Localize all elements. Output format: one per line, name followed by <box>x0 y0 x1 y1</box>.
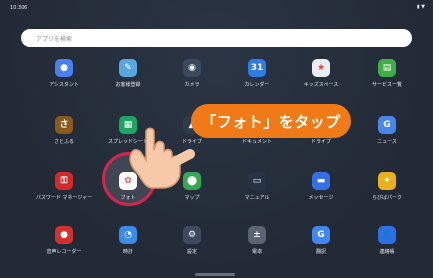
news-icon: G <box>378 116 396 134</box>
app-label: 電卓 <box>251 249 262 255</box>
app-label: パスワード マネージャー <box>35 195 93 201</box>
google-assistant-icon: ● <box>55 59 73 77</box>
voice-recorder-icon: ● <box>55 226 73 244</box>
settings-icon: ⚙ <box>183 226 201 244</box>
app-messages[interactable]: ▬ メッセージ <box>286 172 356 208</box>
app-label: ドライブ <box>310 139 331 145</box>
app-kids-space[interactable]: ★ キッズスペース <box>286 59 356 95</box>
app-calendar[interactable]: 31 カレンダー <box>222 59 292 95</box>
app-label: 音声レコーダー <box>46 249 82 255</box>
app-camera[interactable]: ◉ カメラ <box>157 59 227 95</box>
contacts-icon: 👤 <box>378 226 396 244</box>
tap-instruction-callout: 「フォト」をタップ <box>191 104 351 138</box>
customer-registration-icon: ✎ <box>119 59 137 77</box>
password-manager-icon: ⚿ <box>55 172 73 190</box>
app-label: 時計 <box>122 249 133 255</box>
translate-icon: G <box>312 226 330 244</box>
app-satofull[interactable]: ささとふる <box>29 116 99 152</box>
app-label: ニュース <box>377 139 397 145</box>
clock-icon: ◔ <box>119 226 137 244</box>
app-label: キッズスペース <box>303 82 339 88</box>
status-bar: 10:30 6 ▮ ▼ <box>0 0 433 14</box>
app-label: お客様登録 <box>115 82 141 88</box>
app-label: メッセージ <box>308 195 334 201</box>
app-label: 連絡帳 <box>379 249 395 255</box>
app-clock[interactable]: ◔ 時計 <box>93 226 163 262</box>
app-manual[interactable]: ▭ マニュアル <box>222 172 292 208</box>
status-time: 10:30 <box>10 5 25 11</box>
status-icons: ▮ ▼ <box>416 4 425 10</box>
app-label: ドキュメント <box>241 139 272 145</box>
service-list-icon: ▤ <box>378 59 396 77</box>
app-label: アシスタント <box>49 82 79 88</box>
kids-space-icon: ★ <box>312 59 330 77</box>
calendar-icon: 31 <box>248 59 266 77</box>
app-label: マップ <box>184 195 200 201</box>
app-settings[interactable]: ⚙ 設定 <box>157 226 227 262</box>
tap-hand-icon <box>129 127 195 189</box>
app-label: らびばパーク <box>371 195 402 201</box>
app-label: 翻訳 <box>315 249 326 255</box>
calculator-icon: ± <box>248 226 266 244</box>
tablet-screen: 10:30 6 ▮ ▼ アプリを検索 ● アシスタント ✎ お客様登録 ◉ カメラ 31 カレ… <box>0 0 433 278</box>
app-news[interactable]: G ニュース <box>352 116 422 152</box>
app-voice-recorder[interactable]: ● 音声レコーダー <box>29 226 99 262</box>
app-contacts[interactable]: 👤 連絡帳 <box>352 226 422 262</box>
manual-icon: ▭ <box>248 172 266 190</box>
app-google-assistant[interactable]: ● アシスタント <box>29 59 99 95</box>
app-search-input[interactable]: アプリを検索 <box>21 29 412 47</box>
home-indicator[interactable] <box>195 273 235 276</box>
rabiba-park-icon: ✦ <box>378 172 396 190</box>
status-extra: 6 <box>24 5 28 11</box>
app-label: 設定 <box>186 249 197 255</box>
camera-icon: ◉ <box>183 59 201 77</box>
app-label: サービス一覧 <box>371 82 402 88</box>
app-rabiba-park[interactable]: ✦ らびばパーク <box>352 172 422 208</box>
app-password-manager[interactable]: ⚿ パスワード マネージャー <box>29 172 99 208</box>
app-label: マニュアル <box>244 195 270 201</box>
app-customer-registration[interactable]: ✎ お客様登録 <box>93 59 163 95</box>
app-calculator[interactable]: ± 電卓 <box>222 226 292 262</box>
app-service-list[interactable]: ▤ サービス一覧 <box>352 59 422 95</box>
app-label: カレンダー <box>244 82 270 88</box>
messages-icon: ▬ <box>312 172 330 190</box>
search-placeholder: アプリを検索 <box>36 36 73 43</box>
app-translate[interactable]: G 翻訳 <box>286 226 356 262</box>
app-label: さとふる <box>53 139 74 145</box>
page-margin <box>433 0 439 278</box>
app-label: カメラ <box>184 82 200 88</box>
satofull-icon: さ <box>55 116 73 134</box>
